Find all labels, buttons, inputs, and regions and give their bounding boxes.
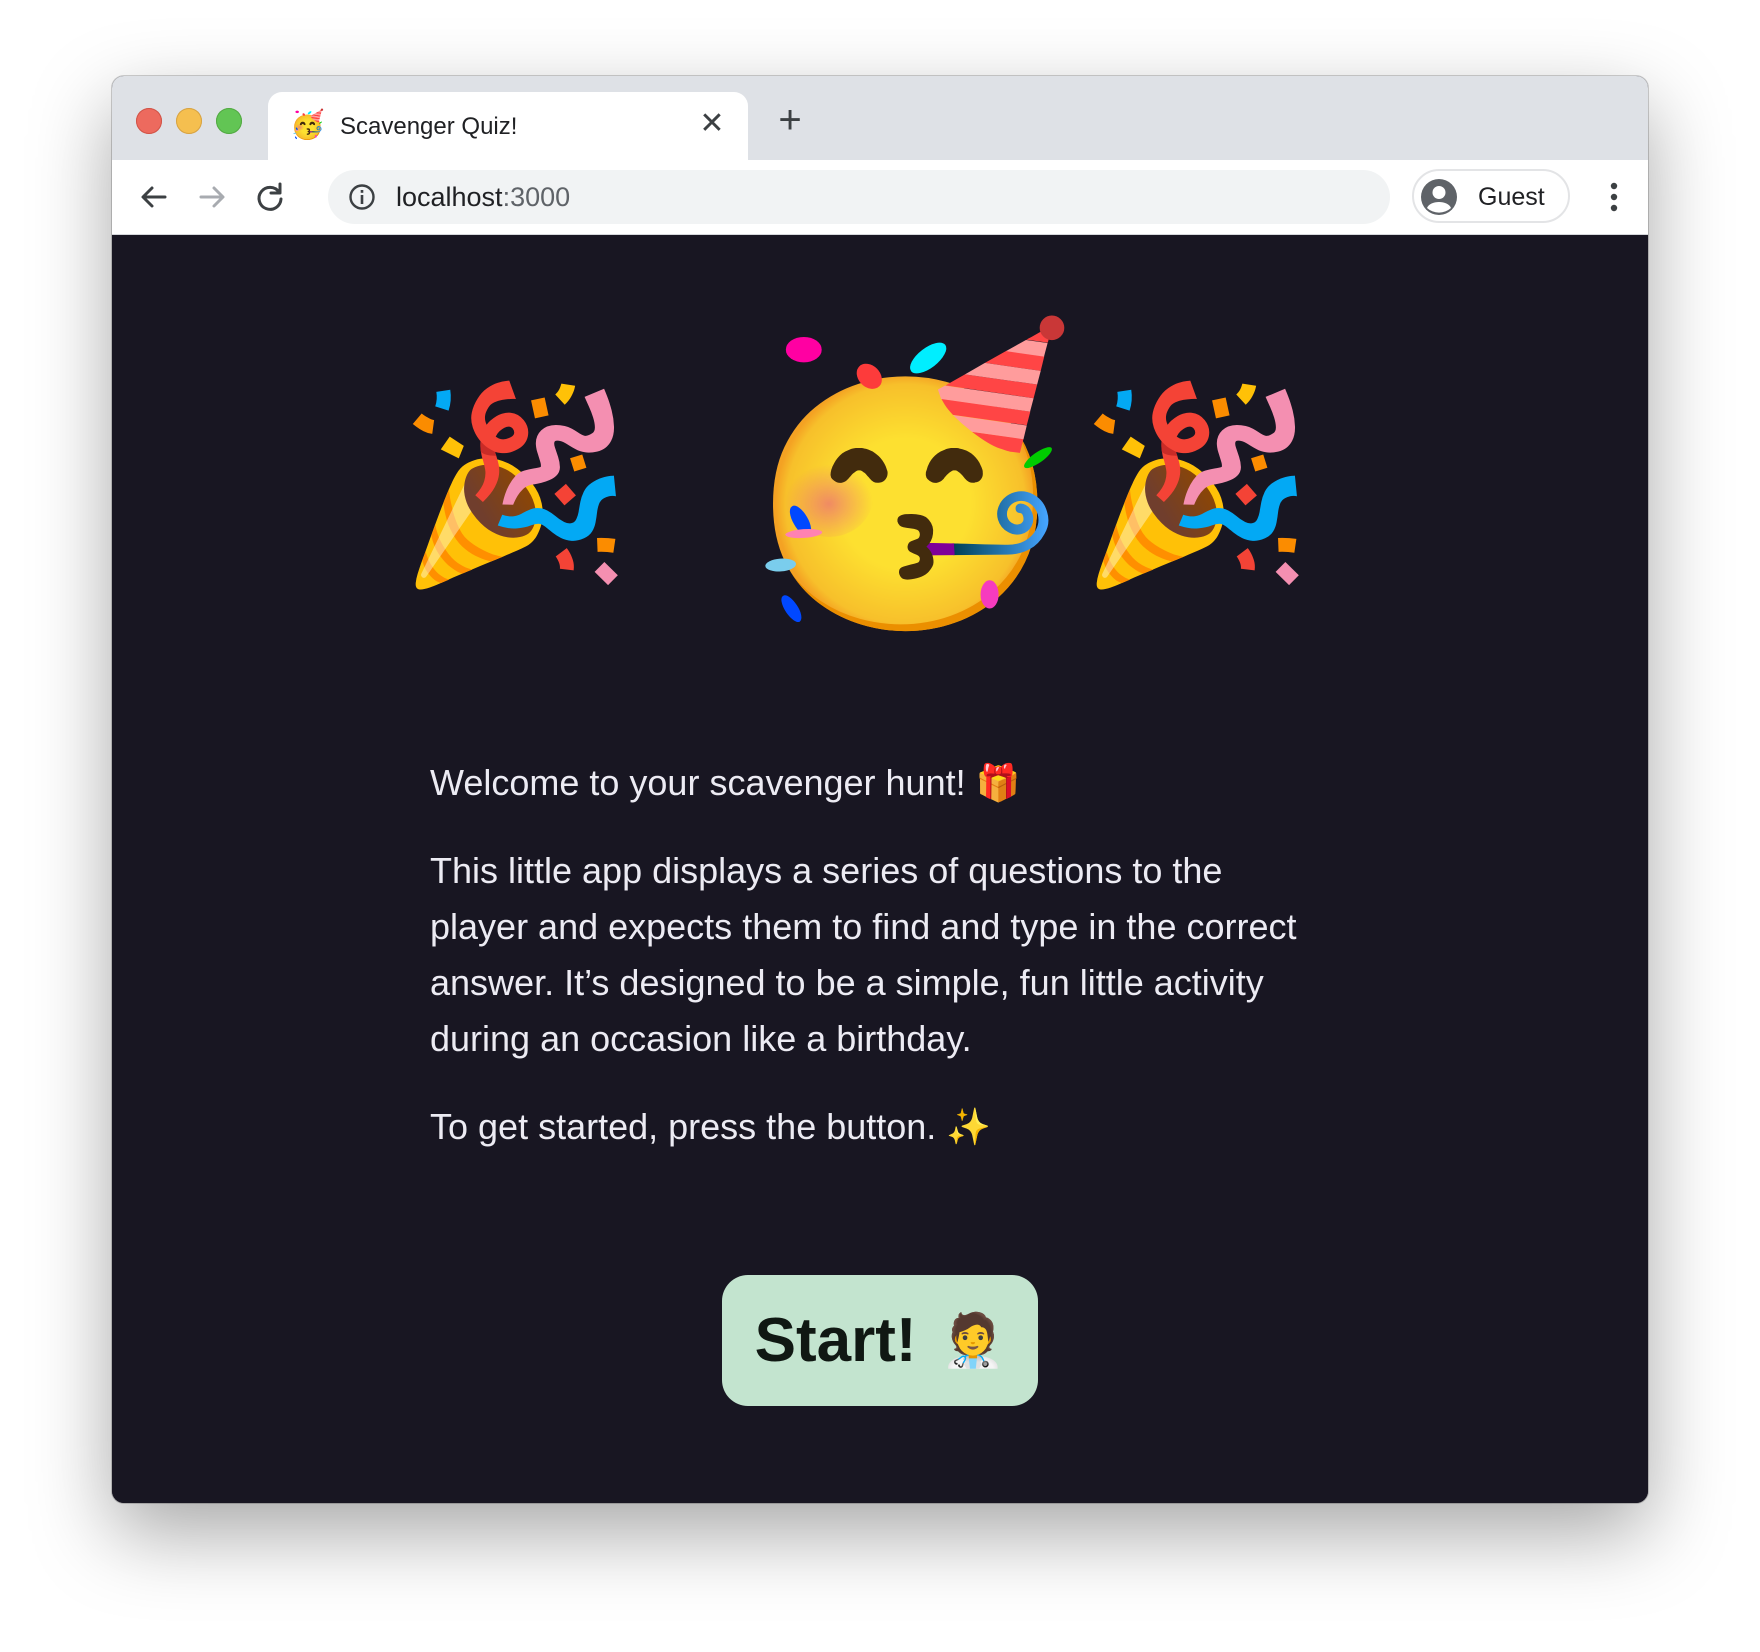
description-text: This little app displays a series of que… xyxy=(430,850,1297,1059)
tab-scavenger-quiz[interactable]: 🥳 Scavenger Quiz! ✕ xyxy=(268,92,748,160)
start-button-label: Start! xyxy=(754,1306,917,1375)
party-popper-right-icon: 🎉 xyxy=(1078,379,1315,591)
hero-emojis: 🎉 🥳 🎉 xyxy=(112,295,1648,615)
browser-toolbar: localhost:3000 Guest xyxy=(112,160,1648,235)
avatar-icon xyxy=(1421,179,1457,215)
kebab-menu-icon[interactable] xyxy=(1594,177,1634,217)
party-popper-left-icon: 🎉 xyxy=(397,379,634,591)
close-window-button[interactable] xyxy=(136,108,162,134)
health-worker-icon: 🧑‍⚕️ xyxy=(940,1312,1006,1370)
url-host: localhost xyxy=(396,182,503,212)
url-port: :3000 xyxy=(502,182,571,212)
address-bar[interactable]: localhost:3000 xyxy=(328,170,1390,224)
page-content: 🎉 🥳 🎉 Welcome to your scavenger hunt! 🎁 … xyxy=(112,235,1648,1503)
browser-window: 🥳 Scavenger Quiz! ✕ + localhost:3000 Gue… xyxy=(112,76,1648,1503)
url-text: localhost:3000 xyxy=(396,180,570,214)
reload-button[interactable] xyxy=(248,175,292,219)
start-button[interactable]: Start! 🧑‍⚕️ xyxy=(722,1275,1038,1406)
intro-text: Welcome to your scavenger hunt! 🎁 This l… xyxy=(430,755,1310,1187)
tab-title: Scavenger Quiz! xyxy=(340,113,518,140)
forward-arrow-icon xyxy=(199,186,225,208)
profile-button[interactable]: Guest xyxy=(1412,169,1570,223)
site-info-icon[interactable] xyxy=(348,183,376,211)
maximize-window-button[interactable] xyxy=(216,108,242,134)
new-tab-button[interactable]: + xyxy=(768,98,812,142)
tab-strip: 🥳 Scavenger Quiz! ✕ + xyxy=(112,76,1648,160)
forward-button[interactable] xyxy=(190,175,234,219)
profile-label: Guest xyxy=(1478,183,1545,211)
back-button[interactable] xyxy=(132,175,176,219)
instruction-text: To get started, press the button. ✨ xyxy=(430,1106,992,1147)
minimize-window-button[interactable] xyxy=(176,108,202,134)
back-arrow-icon xyxy=(141,186,167,208)
welcome-text: Welcome to your scavenger hunt! 🎁 xyxy=(430,762,1021,803)
tab-close-icon[interactable]: ✕ xyxy=(694,106,730,142)
tab-favicon-icon: 🥳 xyxy=(290,109,325,140)
partying-face-icon: 🥳 xyxy=(732,319,1081,631)
reload-icon xyxy=(257,182,283,211)
